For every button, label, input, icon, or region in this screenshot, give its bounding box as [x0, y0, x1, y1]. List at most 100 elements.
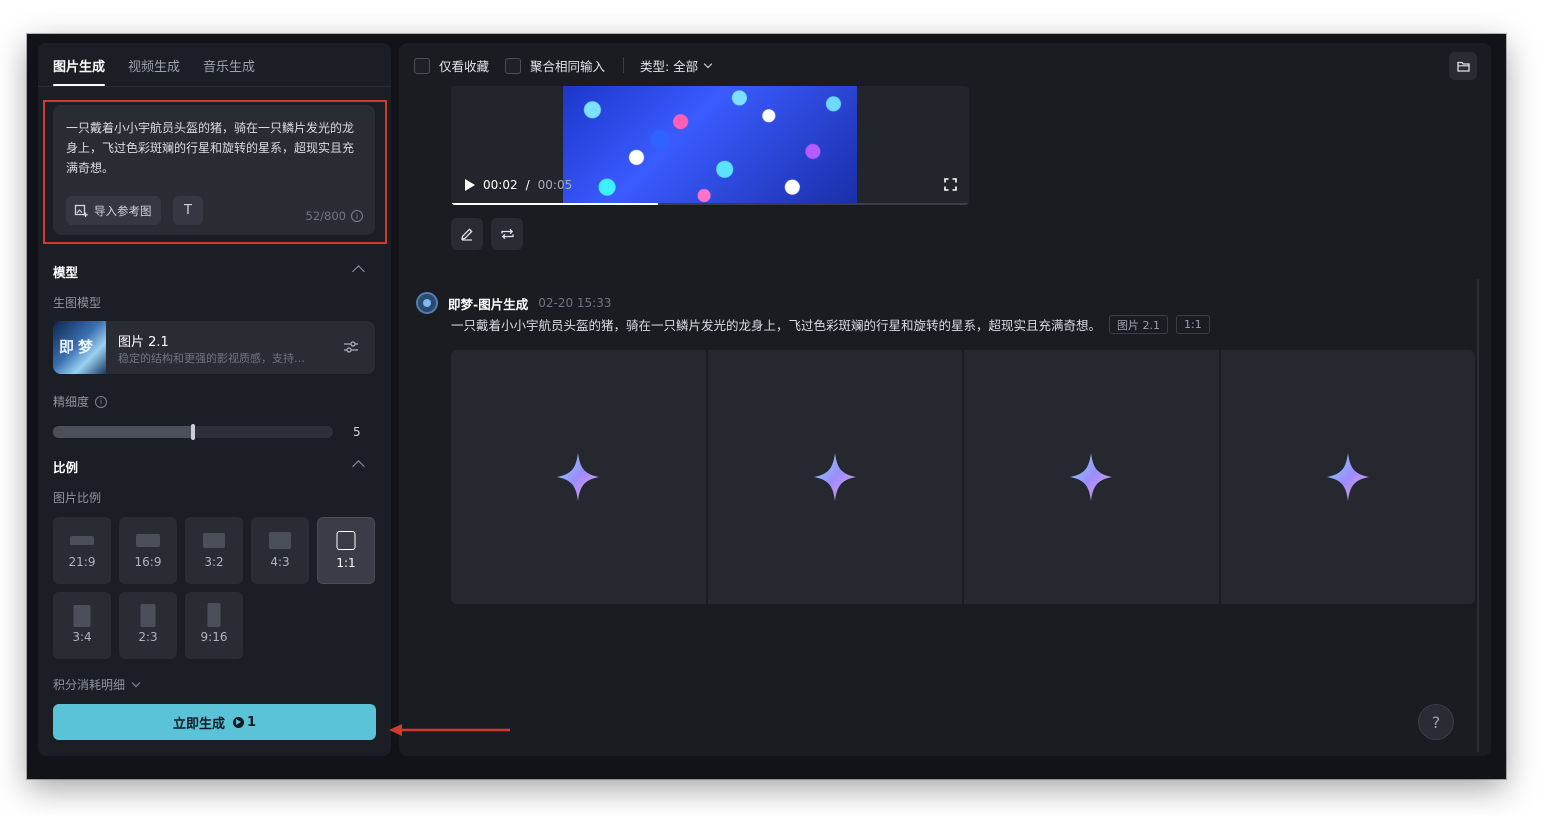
- sparkle-loading-icon: [1326, 453, 1369, 501]
- generation-source-name: 即梦-图片生成: [448, 296, 529, 312]
- ratio-section-title: 比例: [53, 460, 79, 475]
- app-window: 图片生成 视频生成 音乐生成 一只戴着小小宇航员头盔的猪，骑在一只鳞片发光的龙身…: [27, 34, 1506, 779]
- edit-button[interactable]: [451, 218, 483, 250]
- chevron-down-icon: [703, 59, 713, 68]
- ratio-option-3-4[interactable]: 3:4: [53, 592, 111, 659]
- repeat-icon: [500, 228, 514, 240]
- ratio-16-9-icon: [136, 534, 160, 547]
- ratio-sub-label: 图片比例: [53, 491, 102, 505]
- image-placeholder[interactable]: [1220, 350, 1475, 604]
- ratio-16-9-label: 16:9: [134, 555, 162, 569]
- model-tag: 图片 2.1: [1109, 315, 1169, 334]
- ratio-2-3-label: 2:3: [138, 630, 158, 644]
- char-counter-value: 52/800: [305, 209, 346, 223]
- generation-header: 即梦-图片生成 02-20 15:33: [416, 292, 611, 314]
- ratio-option-3-2[interactable]: 3:2: [185, 517, 243, 584]
- pencil-icon: [461, 228, 473, 241]
- collapse-model-icon[interactable]: [352, 265, 365, 278]
- ratio-4-3-label: 4:3: [270, 555, 290, 569]
- play-icon[interactable]: [465, 179, 475, 191]
- ratio-21-9-icon: [70, 536, 94, 545]
- sparkle-loading-icon: [557, 453, 600, 501]
- scrollbar[interactable]: [1477, 279, 1479, 752]
- text-style-button[interactable]: T: [173, 196, 203, 225]
- folder-button[interactable]: [1449, 52, 1477, 80]
- ratio-tag: 1:1: [1176, 315, 1210, 334]
- tab-music-generation[interactable]: 音乐生成: [203, 56, 255, 75]
- annotation-arrow: [389, 724, 510, 736]
- model-section-title: 模型: [53, 265, 79, 280]
- merge-same-input-label: 聚合相同输入: [530, 59, 606, 74]
- generate-label: 立即生成: [172, 716, 225, 732]
- chevron-down-icon: [131, 678, 141, 687]
- ratio-9-16-label: 9:16: [200, 630, 228, 644]
- only-favorites-checkbox[interactable]: 仅看收藏: [414, 56, 489, 75]
- model-description: 稳定的结构和更强的影视质感，支持…: [118, 352, 305, 365]
- precision-value: 5: [353, 425, 361, 439]
- image-placeholder[interactable]: [451, 350, 706, 604]
- fullscreen-icon[interactable]: [944, 178, 957, 191]
- credit-coin-icon: [232, 716, 244, 728]
- ratio-3-2-label: 3:2: [204, 555, 224, 569]
- tab-image-generation[interactable]: 图片生成: [53, 56, 105, 75]
- video-player[interactable]: 00:02 / 00:05: [451, 86, 969, 205]
- import-reference-label: 导入参考图: [94, 203, 152, 218]
- precision-info-icon[interactable]: i: [95, 395, 108, 408]
- info-icon[interactable]: i: [351, 210, 363, 222]
- help-button[interactable]: ?: [1418, 704, 1454, 740]
- precision-slider-fill: [53, 426, 193, 438]
- image-add-icon: [74, 204, 88, 217]
- ratio-3-2-icon: [203, 533, 225, 548]
- ratio-3-4-icon: [73, 605, 91, 627]
- generation-prompt-text[interactable]: 一只戴着小小宇航员头盔的猪，骑在一只鳞片发光的龙身上，飞过色彩斑斓的行星和旋转的…: [451, 315, 1101, 334]
- regenerate-button[interactable]: [491, 218, 523, 250]
- ratio-option-9-16[interactable]: 9:16: [185, 592, 243, 659]
- ratio-2-3-icon: [140, 604, 156, 627]
- video-frame: [563, 86, 857, 205]
- import-reference-button[interactable]: 导入参考图: [66, 196, 161, 225]
- ratio-option-4-3[interactable]: 4:3: [251, 517, 309, 584]
- type-filter-dropdown[interactable]: 类型: 全部: [640, 56, 713, 75]
- video-time-separator: /: [525, 178, 530, 192]
- precision-slider-handle[interactable]: [191, 424, 195, 440]
- prompt-input-box[interactable]: 一只戴着小小宇航员头盔的猪，骑在一只鳞片发光的龙身上，飞过色彩斑斓的行星和旋转的…: [53, 105, 375, 235]
- image-result-grid: [451, 350, 1475, 604]
- results-panel: 仅看收藏 聚合相同输入 类型: 全部 00:02 / 00:05 即梦-图片生成…: [399, 43, 1491, 756]
- model-selector[interactable]: 即梦 图片 2.1 稳定的结构和更强的影视质感，支持…: [53, 321, 375, 374]
- checkbox-box[interactable]: [414, 57, 430, 74]
- prompt-text[interactable]: 一只戴着小小宇航员头盔的猪，骑在一只鳞片发光的龙身上，飞过色彩斑斓的行星和旋转的…: [66, 118, 364, 178]
- ratio-3-4-label: 3:4: [72, 630, 92, 644]
- folder-icon: [1456, 61, 1470, 72]
- avatar: [416, 292, 438, 314]
- ratio-option-2-3[interactable]: 2:3: [119, 592, 177, 659]
- video-progress-fill: [451, 203, 659, 205]
- merge-same-input-checkbox[interactable]: 聚合相同输入: [505, 56, 605, 75]
- checkbox-box[interactable]: [505, 57, 521, 74]
- ratio-option-21-9[interactable]: 21:9: [53, 517, 111, 584]
- credit-details-toggle[interactable]: 积分消耗明细: [53, 676, 141, 693]
- collapse-ratio-icon[interactable]: [352, 460, 365, 473]
- results-toolbar: 仅看收藏 聚合相同输入 类型: 全部: [399, 43, 1491, 87]
- ratio-9-16-icon: [207, 603, 221, 627]
- generate-button[interactable]: 立即生成 1: [53, 704, 376, 740]
- toolbar-divider: [623, 57, 624, 73]
- ratio-option-16-9[interactable]: 16:9: [119, 517, 177, 584]
- video-progress-bar[interactable]: [451, 203, 969, 205]
- model-thumbnail-text: 即梦: [59, 338, 98, 356]
- image-placeholder[interactable]: [964, 350, 1219, 604]
- tab-video-generation[interactable]: 视频生成: [128, 56, 180, 75]
- sparkle-loading-icon: [1070, 453, 1113, 501]
- image-placeholder[interactable]: [707, 350, 962, 604]
- type-filter-label: 类型: 全部: [640, 59, 699, 74]
- model-sub-label: 生图模型: [53, 296, 102, 310]
- model-name: 图片 2.1: [118, 335, 169, 350]
- generation-prompt-row: 一只戴着小小宇航员头盔的猪，骑在一只鳞片发光的龙身上，飞过色彩斑斓的行星和旋转的…: [451, 315, 1210, 334]
- video-current-time: 00:02: [483, 178, 518, 192]
- settings-sliders-icon[interactable]: [343, 340, 359, 354]
- ratio-option-1-1[interactable]: 1:1: [317, 517, 375, 584]
- model-thumbnail: 即梦: [53, 321, 106, 374]
- precision-label: 精细度: [53, 395, 90, 409]
- ratio-1-1-icon: [336, 531, 356, 550]
- precision-slider[interactable]: [53, 424, 333, 440]
- precision-label-row: 精细度 i: [53, 393, 108, 410]
